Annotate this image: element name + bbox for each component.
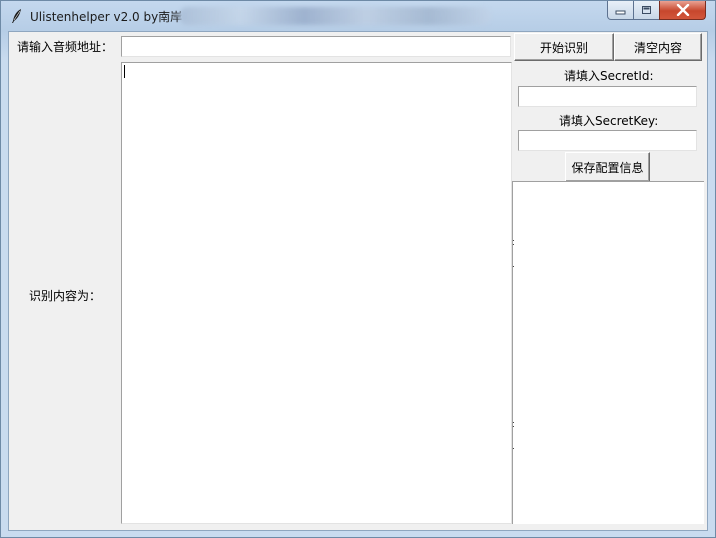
maximize-button[interactable] <box>633 1 660 20</box>
text-cursor <box>124 65 125 78</box>
client-area: 请输入音频地址： 开始识别 清空内容 识别内容为： 请填入SecretId: 请… <box>8 31 708 531</box>
caption-buttons <box>607 1 710 21</box>
secret-key-label: 请填入SecretKey: <box>559 114 659 128</box>
secret-id-input[interactable] <box>518 86 697 107</box>
secret-key-input[interactable] <box>518 130 697 151</box>
panel-tick <box>513 244 514 245</box>
title-redaction <box>179 7 491 25</box>
panel-tick <box>513 448 514 449</box>
maximize-icon <box>642 6 651 14</box>
start-recognition-button[interactable]: 开始识别 <box>514 33 614 61</box>
close-button[interactable] <box>659 1 706 20</box>
close-icon <box>676 4 689 16</box>
feather-icon <box>12 9 21 23</box>
panel-tick <box>513 240 514 241</box>
audio-url-label: 请输入音频地址： <box>17 40 114 54</box>
panel-tick <box>513 422 514 423</box>
save-config-button[interactable]: 保存配置信息 <box>565 152 650 182</box>
window-title: Ulistenhelper v2.0 by南岸 <box>30 10 183 24</box>
side-panel <box>512 181 704 524</box>
panel-tick <box>513 426 514 427</box>
minimize-icon <box>615 10 626 14</box>
title-bar[interactable]: Ulistenhelper v2.0 by南岸 <box>1 1 715 31</box>
audio-url-input[interactable] <box>121 36 511 57</box>
app-window: Ulistenhelper v2.0 by南岸 请输入音频地址： 开始识别 清空… <box>0 0 716 538</box>
secret-id-label: 请填入SecretId: <box>564 69 654 83</box>
result-text-area[interactable] <box>121 62 512 524</box>
panel-tick <box>513 266 514 267</box>
minimize-button[interactable] <box>607 1 634 20</box>
result-label: 识别内容为： <box>29 289 102 303</box>
clear-content-button[interactable]: 清空内容 <box>614 33 702 61</box>
